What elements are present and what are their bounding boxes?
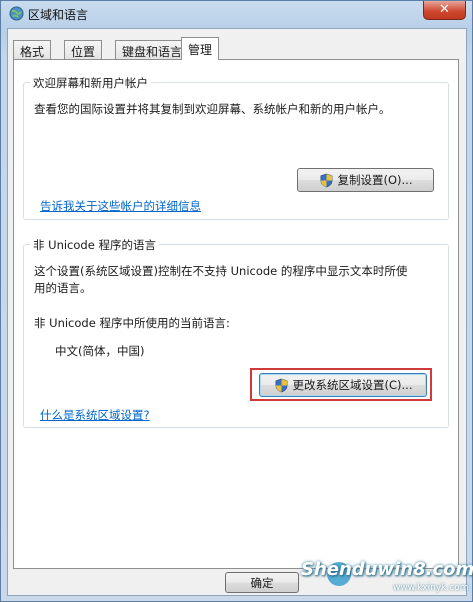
copy-settings-label: 复制设置(O)... (337, 173, 413, 187)
non-unicode-description-line1: 这个设置(系统区域设置)控制在不支持 Unicode 的程序中显示文本时所使 (34, 264, 408, 278)
uac-shield-icon (320, 173, 332, 187)
red-highlight-box (250, 368, 432, 401)
current-language-label: 非 Unicode 程序中所使用的当前语言: (34, 316, 230, 330)
welcome-group-title: 欢迎屏幕和新用户帐户 (30, 75, 151, 91)
system-locale-info-link[interactable]: 什么是系统区域设置? (40, 407, 150, 424)
welcome-screen-group: 欢迎屏幕和新用户帐户 查看您的国际设置并将其复制到欢迎屏幕、系统帐户和新的用户帐… (23, 75, 449, 220)
window-title: 区域和语言 (28, 8, 89, 22)
welcome-description: 查看您的国际设置并将其复制到欢迎屏幕、系统帐户和新的用户帐户。 (34, 102, 391, 116)
watermark-url: www.kxinyk.com (393, 583, 469, 593)
non-unicode-group-title: 非 Unicode 程序的语言 (30, 237, 159, 253)
tab-keyboards-languages[interactable]: 键盘和语言 (115, 40, 190, 59)
watermark-text: Shenduwin8.com (301, 559, 473, 580)
welcome-accounts-link[interactable]: 告诉我关于这些帐户的详细信息 (40, 198, 201, 215)
tab-formats[interactable]: 格式 (13, 40, 52, 59)
tab-location[interactable]: 位置 (64, 40, 103, 59)
copy-settings-button[interactable]: 复制设置(O)... (297, 168, 434, 192)
tab-panel-administrative: 欢迎屏幕和新用户帐户 查看您的国际设置并将其复制到欢迎屏幕、系统帐户和新的用户帐… (13, 59, 459, 569)
close-button[interactable]: ✕ (423, 1, 466, 20)
title-bar[interactable]: 区域和语言 ✕ (1, 1, 472, 27)
non-unicode-group: 非 Unicode 程序的语言 这个设置(系统区域设置)控制在不支持 Unico… (23, 237, 449, 428)
tab-administrative[interactable]: 管理 (181, 37, 220, 60)
globe-icon (9, 6, 24, 21)
dialog-body: 格式 位置 键盘和语言 管理 欢迎屏幕和新用户帐户 查看您的国际设置并将其复制到… (7, 28, 467, 596)
current-language-value: 中文(简体，中国) (55, 344, 145, 358)
ok-button[interactable]: 确定 (225, 572, 299, 593)
non-unicode-description-line2: 用的语言。 (34, 281, 92, 295)
region-language-window: 区域和语言 ✕ 格式 位置 键盘和语言 管理 欢迎屏幕和新用户帐户 查看您的国际… (0, 0, 473, 602)
